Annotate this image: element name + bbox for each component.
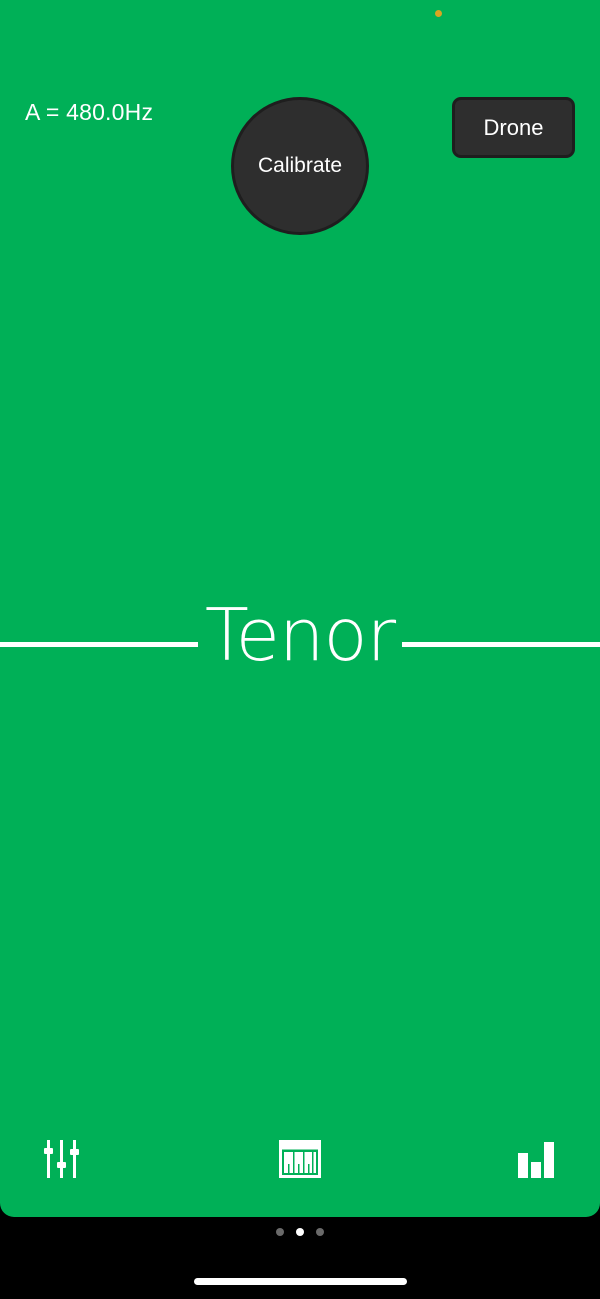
piano-keyboard-icon[interactable]: [279, 1140, 321, 1178]
bar-chart-icon[interactable]: [517, 1140, 555, 1178]
page-indicator[interactable]: [0, 1228, 600, 1240]
mode-title: Tenor: [204, 593, 396, 677]
home-indicator[interactable]: [194, 1278, 407, 1285]
calibrate-button[interactable]: Calibrate: [231, 97, 369, 235]
drone-button[interactable]: Drone: [452, 97, 575, 158]
tuning-line-right: [402, 642, 600, 647]
reference-pitch-label: A = 480.0Hz: [25, 99, 154, 125]
page-dot[interactable]: [316, 1228, 324, 1236]
page-dot[interactable]: [276, 1228, 284, 1236]
sliders-icon[interactable]: [40, 1138, 84, 1180]
page-dot-active[interactable]: [296, 1228, 304, 1236]
tuning-line-left: [0, 642, 198, 647]
tuner-screen: A = 480.0Hz Calibrate Drone Tenor: [0, 0, 600, 1217]
status-indicator-dot: [435, 10, 442, 17]
